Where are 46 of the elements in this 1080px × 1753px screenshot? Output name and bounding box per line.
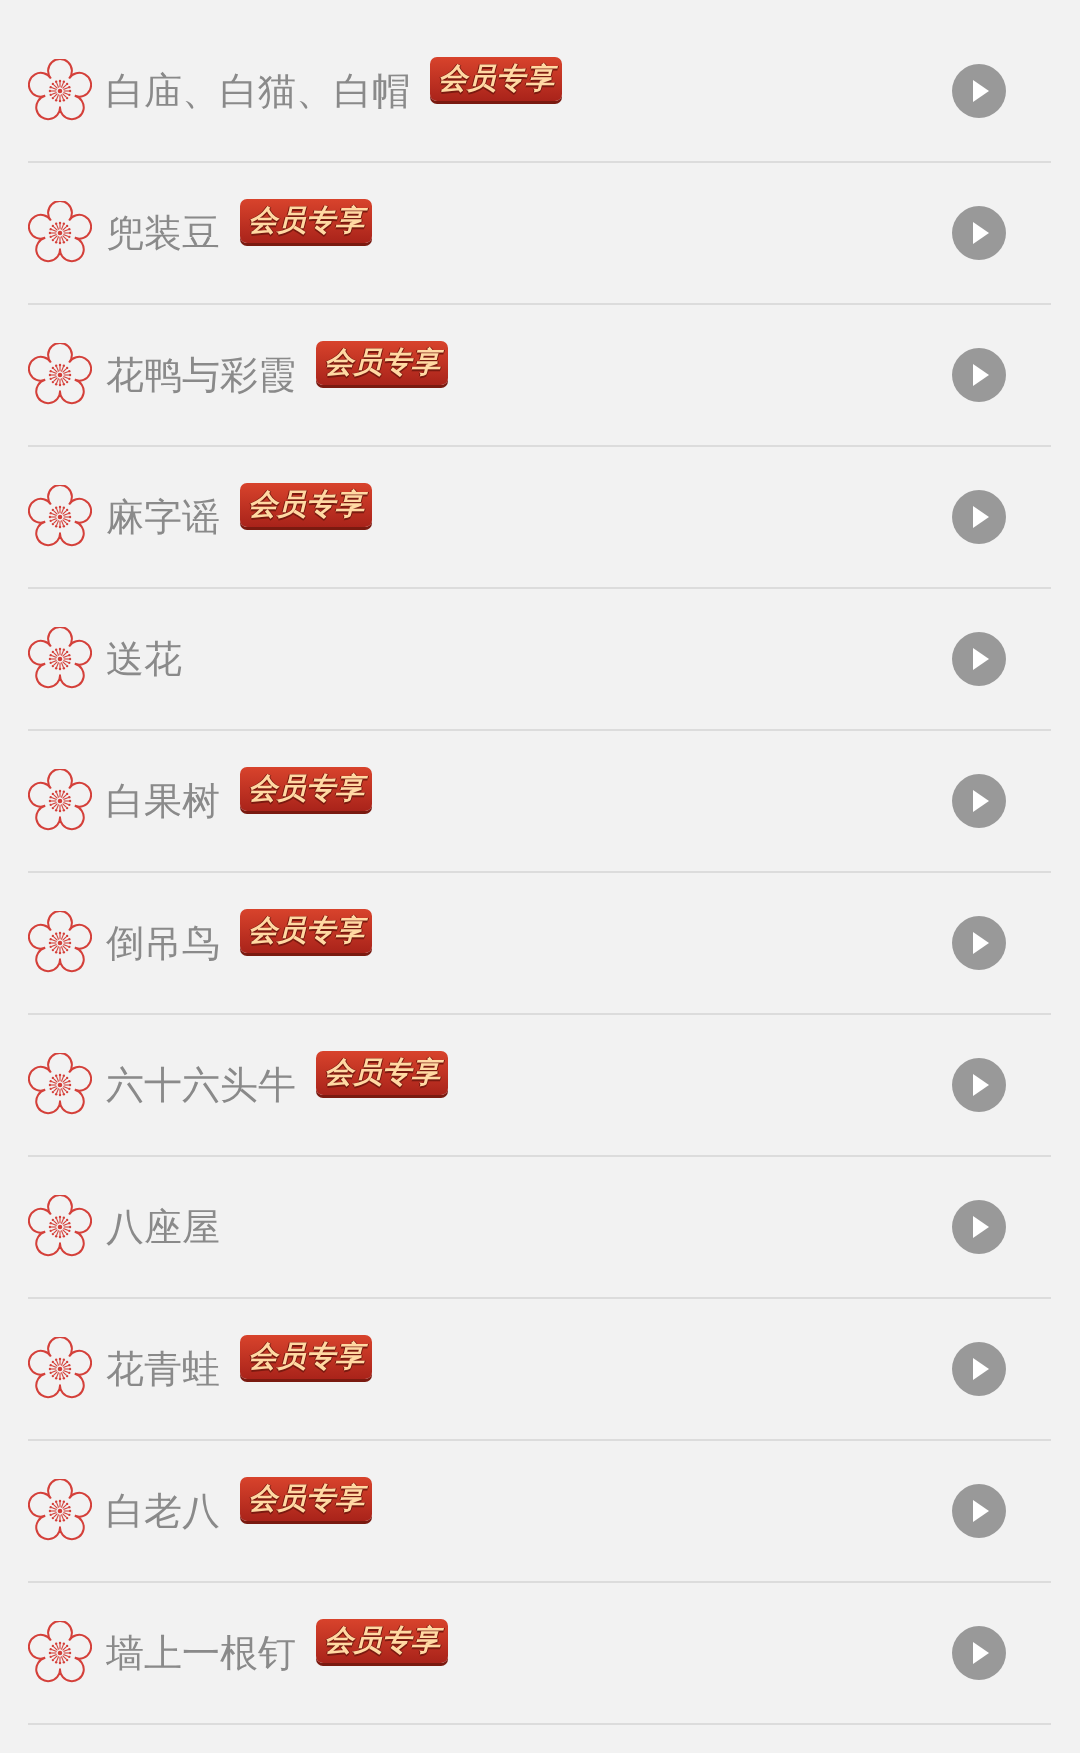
- plum-blossom-icon: [28, 343, 92, 407]
- song-title[interactable]: 兜装豆: [106, 207, 220, 259]
- play-icon[interactable]: [951, 205, 1007, 261]
- song-title[interactable]: 白果树: [106, 775, 220, 827]
- vip-badge: 会员专享: [430, 57, 562, 101]
- vip-badge: 会员专享: [240, 199, 372, 243]
- vip-badge: 会员专享: [316, 341, 448, 385]
- plum-blossom-icon: [28, 485, 92, 549]
- plum-blossom-icon: [28, 1053, 92, 1117]
- vip-badge: 会员专享: [316, 1051, 448, 1095]
- song-title[interactable]: 白庙、白猫、白帽: [106, 65, 410, 117]
- play-icon[interactable]: [951, 773, 1007, 829]
- play-icon[interactable]: [951, 489, 1007, 545]
- plum-blossom-icon: [28, 1195, 92, 1259]
- play-icon[interactable]: [951, 1057, 1007, 1113]
- plum-blossom-icon: [28, 911, 92, 975]
- vip-badge: 会员专享: [316, 1619, 448, 1663]
- play-icon[interactable]: [951, 631, 1007, 687]
- play-icon[interactable]: [951, 915, 1007, 971]
- play-icon[interactable]: [951, 1483, 1007, 1539]
- play-icon[interactable]: [951, 1199, 1007, 1255]
- song-title[interactable]: 白老八: [106, 1485, 220, 1537]
- play-icon[interactable]: [951, 347, 1007, 403]
- plum-blossom-icon: [28, 201, 92, 265]
- plum-blossom-icon: [28, 1621, 92, 1685]
- vip-badge: 会员专享: [240, 767, 372, 811]
- play-icon[interactable]: [951, 1625, 1007, 1681]
- plum-blossom-icon: [28, 627, 92, 691]
- song-title[interactable]: 六十六头牛: [106, 1059, 296, 1111]
- vip-badge: 会员专享: [240, 909, 372, 953]
- song-title[interactable]: 倒吊鸟: [106, 917, 220, 969]
- plum-blossom-icon: [28, 1479, 92, 1543]
- song-title[interactable]: 花鸭与彩霞: [106, 349, 296, 401]
- song-title[interactable]: 麻字谣: [106, 491, 220, 543]
- plum-blossom-icon: [28, 769, 92, 833]
- plum-blossom-icon: [28, 1337, 92, 1401]
- vip-badge: 会员专享: [240, 1335, 372, 1379]
- plum-blossom-icon: [28, 59, 92, 123]
- song-title[interactable]: 送花: [106, 633, 182, 685]
- vip-badge: 会员专享: [240, 483, 372, 527]
- play-icon[interactable]: [951, 1341, 1007, 1397]
- song-title[interactable]: 花青蛙: [106, 1343, 220, 1395]
- vip-badge: 会员专享: [240, 1477, 372, 1521]
- play-icon[interactable]: [951, 63, 1007, 119]
- song-title[interactable]: 墙上一根钉: [106, 1627, 296, 1679]
- song-title[interactable]: 八座屋: [106, 1201, 220, 1253]
